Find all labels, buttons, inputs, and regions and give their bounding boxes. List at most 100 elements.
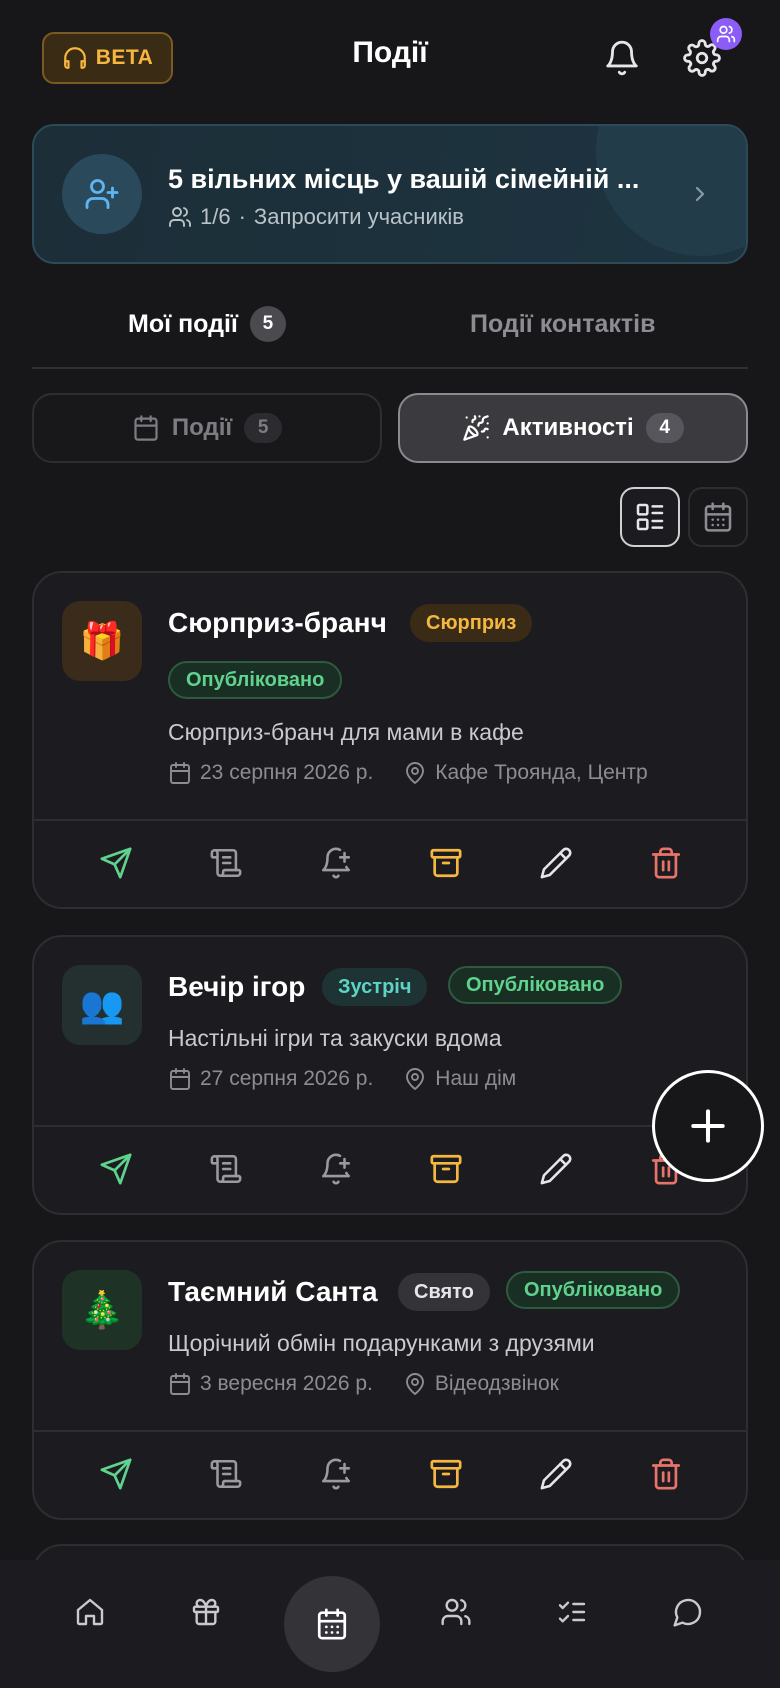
users-icon [168,205,192,229]
nav-tasks[interactable] [544,1584,600,1640]
gift-icon [190,1596,222,1628]
event-card[interactable]: 🎁 Сюрприз-бранч Сюрприз Опубліковано Сюр… [32,571,748,909]
map-pin-icon [403,1067,427,1091]
tab-label: Події контактів [470,310,656,338]
banner-subtitle: 1/6 · Запросити учасників [168,204,464,230]
archive-button[interactable] [424,1452,468,1496]
chat-icon [672,1596,704,1628]
reminder-button[interactable] [314,841,358,885]
trash-icon [649,1457,683,1491]
segment-count-badge: 5 [244,413,283,443]
invite-label: Запросити учасників [253,204,464,229]
member-count: 1/6 [200,204,231,229]
pencil-icon [539,846,573,880]
map-pin-icon [403,761,427,785]
pencil-icon [539,1152,573,1186]
status-badge: Опубліковано [506,1271,681,1309]
calendar-view-button[interactable] [688,487,748,547]
calendar-icon [315,1607,349,1641]
family-invite-banner[interactable]: 5 вільних місць у вашій сімейній ... 1/6… [32,124,748,264]
list-view-button[interactable] [620,487,680,547]
plus-icon [686,1104,730,1148]
scroll-button[interactable] [204,1147,248,1191]
tabs-divider [32,367,748,369]
send-button[interactable] [94,841,138,885]
segment-count-badge: 4 [645,413,684,443]
edit-button[interactable] [534,841,578,885]
status-badge: Опубліковано [448,966,623,1004]
trash-icon [649,846,683,880]
event-description: Настільні ігри та закуски вдома [168,1025,502,1051]
party-popper-icon [462,414,490,442]
nav-events[interactable] [284,1576,380,1672]
archive-icon [429,1152,463,1186]
event-type-tag: Сюрприз [410,604,533,642]
calendar-icon [168,761,192,785]
nav-chat[interactable] [660,1584,716,1640]
nav-gifts[interactable] [178,1584,234,1640]
page-title: Події [352,36,428,69]
tab-label: Мої події [128,309,238,338]
chevron-right-icon [688,182,712,206]
tab-contacts-events[interactable]: Події контактів [470,310,655,339]
event-type-tag: Зустріч [322,968,428,1006]
nav-contacts[interactable] [428,1584,484,1640]
app-header: BETA Події [0,0,780,114]
send-icon [99,1457,133,1491]
event-emoji: 🎁 [62,601,142,681]
family-badge [710,18,742,50]
calendar-icon [168,1372,192,1396]
segment-events[interactable]: Події 5 [32,393,382,463]
event-card[interactable]: 👥 Вечір ігор Зустріч Опубліковано Настіл… [32,935,748,1215]
delete-button[interactable] [644,1452,688,1496]
bell-icon [603,39,641,77]
send-button[interactable] [94,1147,138,1191]
tab-count-badge: 5 [249,306,286,342]
status-badge: Опубліковано [168,661,343,699]
event-meta: 27 серпня 2026 р. Наш дім [168,1067,516,1091]
edit-button[interactable] [534,1452,578,1496]
delete-button[interactable] [644,841,688,885]
segment-activities[interactable]: Активності 4 [398,393,748,463]
list-view-icon [634,501,666,533]
home-icon [74,1596,106,1628]
send-icon [99,1152,133,1186]
event-meta: 23 серпня 2026 р. Кафе Троянда, Центр [168,761,648,785]
card-actions [34,1127,746,1211]
scroll-icon [209,846,243,880]
reminder-button[interactable] [314,1147,358,1191]
scroll-button[interactable] [204,1452,248,1496]
card-actions [34,821,746,905]
calendar-icon [168,1067,192,1091]
scroll-button[interactable] [204,841,248,885]
tab-my-events[interactable]: Мої події 5 [128,306,286,342]
send-button[interactable] [94,1452,138,1496]
event-meta: 3 вересня 2026 р. Відеодзвінок [168,1372,559,1396]
event-title: Вечір ігор [168,971,306,1002]
event-title: Таємний Санта [168,1276,378,1307]
bottom-navigation [0,1560,780,1688]
add-user-avatar [62,154,142,234]
event-location: Відеодзвінок [434,1372,559,1395]
archive-button[interactable] [424,841,468,885]
checklist-icon [556,1596,588,1628]
event-description: Сюрприз-бранч для мами в кафе [168,719,524,745]
event-emoji: 🎄 [62,1270,142,1350]
user-plus-icon [84,176,120,212]
bell-plus-icon [319,1457,353,1491]
event-emoji: 👥 [62,965,142,1045]
pencil-icon [539,1457,573,1491]
reminder-button[interactable] [314,1452,358,1496]
archive-button[interactable] [424,1147,468,1191]
segment-label: Активності [502,414,634,441]
users-icon [440,1596,472,1628]
notifications-button[interactable] [600,36,644,80]
nav-home[interactable] [62,1584,118,1640]
edit-button[interactable] [534,1147,578,1191]
users-icon [716,24,736,44]
event-date: 3 вересня 2026 р. [200,1372,373,1395]
event-card[interactable]: 🎄 Таємний Санта Свято Опубліковано Щоріч… [32,1240,748,1520]
event-location: Наш дім [435,1067,517,1090]
add-event-button[interactable] [652,1070,764,1182]
event-type-tag: Свято [398,1273,490,1311]
